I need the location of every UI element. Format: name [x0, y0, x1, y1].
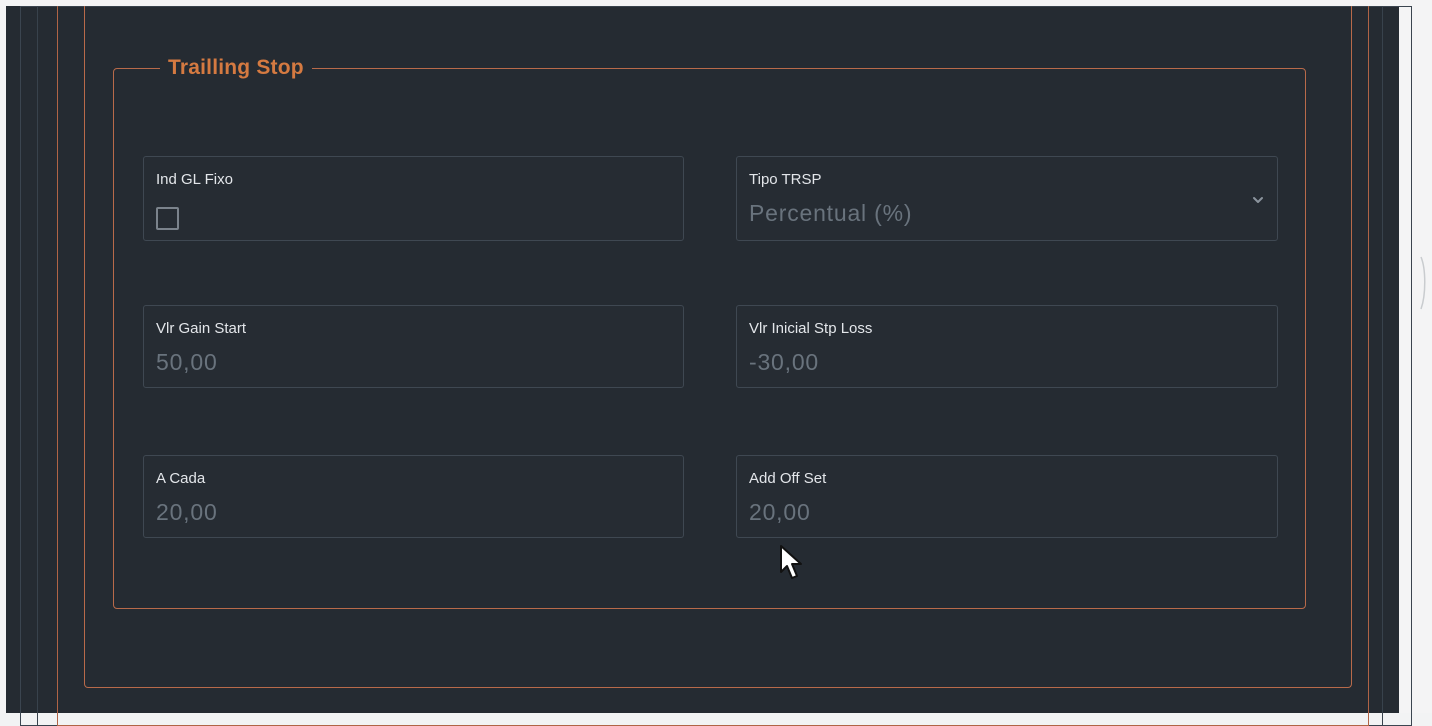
tipo-trsp-value: Percentual (%) [749, 200, 913, 226]
a-cada-value: 20,00 [156, 499, 218, 525]
add-off-set-input[interactable]: Add Off Set 20,00 [736, 455, 1278, 538]
tipo-trsp-label: Tipo TRSP [749, 171, 822, 188]
a-cada-input[interactable]: A Cada 20,00 [143, 455, 684, 538]
add-off-set-label: Add Off Set [749, 470, 827, 487]
add-off-set-value: 20,00 [749, 499, 811, 525]
a-cada-label: A Cada [156, 470, 206, 487]
ind-gl-fixo-label: Ind GL Fixo [156, 171, 233, 188]
vlr-gain-start-input[interactable]: Vlr Gain Start 50,00 [143, 305, 684, 388]
scroll-edge-mark [1420, 256, 1426, 310]
fieldset-legend: Trailling Stop [160, 54, 312, 82]
vlr-inicial-stp-loss-label: Vlr Inicial Stp Loss [749, 320, 873, 337]
vlr-inicial-stp-loss-value: -30,00 [749, 349, 820, 375]
ind-gl-fixo-field: Ind GL Fixo [143, 156, 684, 241]
tipo-trsp-select[interactable]: Tipo TRSP Percentual (%) [736, 156, 1278, 241]
vlr-gain-start-label: Vlr Gain Start [156, 320, 247, 337]
vlr-gain-start-value: 50,00 [156, 349, 218, 375]
ind-gl-fixo-checkbox[interactable] [156, 207, 179, 230]
vlr-inicial-stp-loss-input[interactable]: Vlr Inicial Stp Loss -30,00 [736, 305, 1278, 388]
page: Trailling Stop Ind GL Fixo Tipo TRSP Per… [0, 0, 1432, 726]
chevron-down-icon[interactable] [1251, 193, 1265, 207]
mouse-cursor-icon [780, 545, 802, 579]
